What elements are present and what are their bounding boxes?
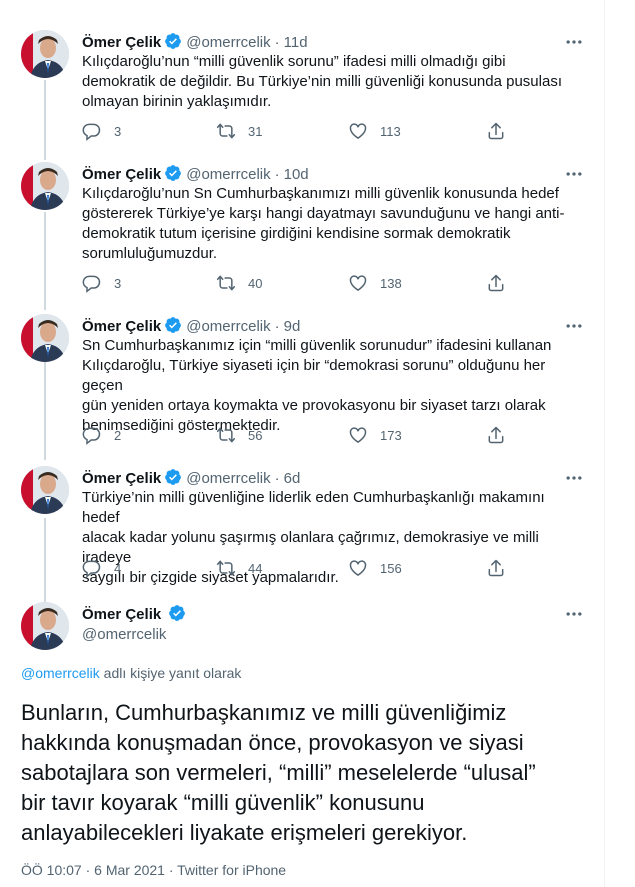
text-line: Bunların, Cumhurbaşkanımız ve milli güve… [21, 700, 507, 725]
main-tweet: Ömer Çelik @omerrcelik @omerrcelik adlı … [0, 0, 604, 887]
main-tweet-text: Bunların, Cumhurbaşkanımız ve milli güve… [21, 698, 591, 848]
author-name[interactable]: Ömer Çelik [82, 606, 161, 623]
reply-label: adlı kişiye yanıt olarak [99, 665, 242, 681]
replying-to: @omerrcelik adlı kişiye yanıt olarak [21, 665, 241, 681]
avatar[interactable] [21, 602, 69, 650]
text-line: anlayabilecekleri liyakate erişmeleri ge… [21, 820, 468, 845]
text-line: bir tavır koyarak “milli güvenlik” konus… [21, 790, 425, 815]
verified-badge-icon [169, 605, 186, 621]
more-icon[interactable] [564, 604, 584, 624]
main-header: Ömer Çelik @omerrcelik [82, 604, 186, 645]
text-line: sabotajlara son vermeleri, “milli” mesel… [21, 760, 536, 785]
tweet-meta[interactable]: ÖÖ 10:07 · 6 Mar 2021 · Twitter for iPho… [21, 862, 286, 878]
text-line: hakkında konuşmadan önce, provokasyon ve… [21, 730, 524, 755]
author-handle[interactable]: @omerrcelik [82, 625, 186, 645]
avatar-image [21, 602, 69, 650]
reply-handle-link[interactable]: @omerrcelik [21, 665, 100, 681]
